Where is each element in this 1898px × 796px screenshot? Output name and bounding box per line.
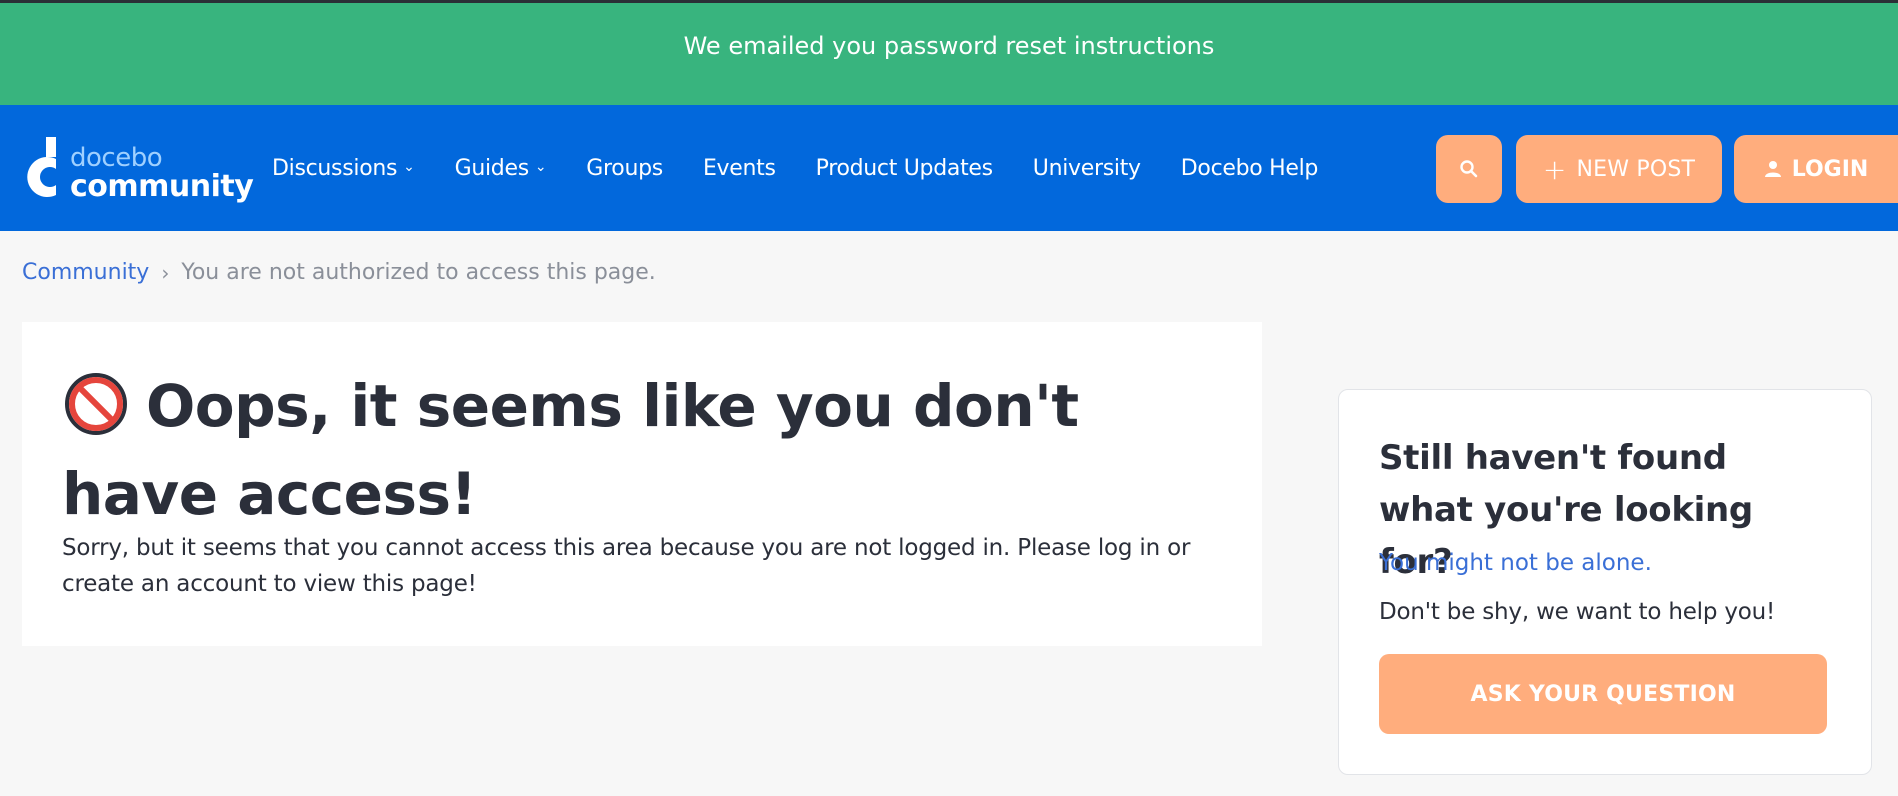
new-post-label: NEW POST: [1576, 156, 1696, 182]
nav-item-label: Product Updates: [815, 155, 993, 181]
page-title-text: Oops, it seems like you don't have acces…: [62, 372, 1079, 528]
docebo-community-logo[interactable]: docebo community: [20, 135, 254, 205]
nav-item-label: University: [1032, 155, 1141, 181]
login-label: LOGIN: [1791, 156, 1869, 182]
nav-item-guides[interactable]: Guides ⌄: [455, 156, 547, 181]
nav-item-label: Groups: [586, 155, 663, 181]
help-card-link[interactable]: You might not be alone.: [1379, 550, 1652, 576]
plus-icon: +: [1542, 152, 1567, 186]
nav-item-groups[interactable]: Groups: [586, 156, 663, 181]
search-button[interactable]: [1436, 135, 1502, 203]
breadcrumb-current: You are not authorized to access this pa…: [181, 260, 656, 285]
nav-item-events[interactable]: Events: [703, 156, 776, 181]
success-banner: We emailed you password reset instructio…: [0, 3, 1898, 105]
nav-item-discussions[interactable]: Discussions ⌄: [272, 156, 415, 181]
ask-question-button[interactable]: ASK YOUR QUESTION: [1379, 654, 1827, 734]
chevron-down-icon: ⌄: [403, 159, 415, 175]
breadcrumb: Community › You are not authorized to ac…: [22, 260, 656, 285]
navbar: docebo community Discussions ⌄ Guides ⌄ …: [0, 105, 1898, 231]
new-post-button[interactable]: + NEW POST: [1516, 135, 1722, 203]
logo-line2: community: [70, 169, 254, 204]
nav-item-docebo-help[interactable]: Docebo Help: [1180, 155, 1319, 181]
nav-item-product-updates[interactable]: Product Updates: [816, 156, 993, 181]
breadcrumb-community-link[interactable]: Community: [22, 260, 149, 285]
access-description: Sorry, but it seems that you cannot acce…: [62, 535, 1191, 597]
logo-text: docebo community: [70, 143, 254, 204]
breadcrumb-separator: ›: [161, 260, 170, 285]
access-denied-card: Oops, it seems like you don't have acces…: [22, 322, 1262, 646]
prohibited-icon: [65, 373, 127, 435]
nav-item-label: Events: [702, 155, 776, 181]
nav-item-label: Discussions: [272, 155, 398, 181]
user-icon: [1764, 161, 1781, 177]
nav-links: Discussions ⌄ Guides ⌄ Groups Events Pro…: [272, 105, 1358, 231]
nav-item-university[interactable]: University: [1033, 156, 1141, 181]
search-icon: [1460, 160, 1478, 178]
help-card-text: Don't be shy, we want to help you!: [1379, 599, 1776, 625]
logo-mark-icon: [27, 137, 56, 197]
banner-message: We emailed you password reset instructio…: [683, 32, 1215, 60]
page-title: Oops, it seems like you don't have acces…: [62, 362, 1222, 538]
ask-question-label: ASK YOUR QUESTION: [1470, 681, 1736, 707]
help-card: Still haven't found what you're looking …: [1338, 389, 1872, 775]
logo-line1: docebo: [70, 143, 163, 173]
nav-item-label: Docebo Help: [1180, 155, 1319, 181]
nav-item-label: Guides: [454, 155, 530, 181]
chevron-down-icon: ⌄: [534, 159, 547, 175]
login-button[interactable]: LOGIN: [1734, 135, 1898, 203]
